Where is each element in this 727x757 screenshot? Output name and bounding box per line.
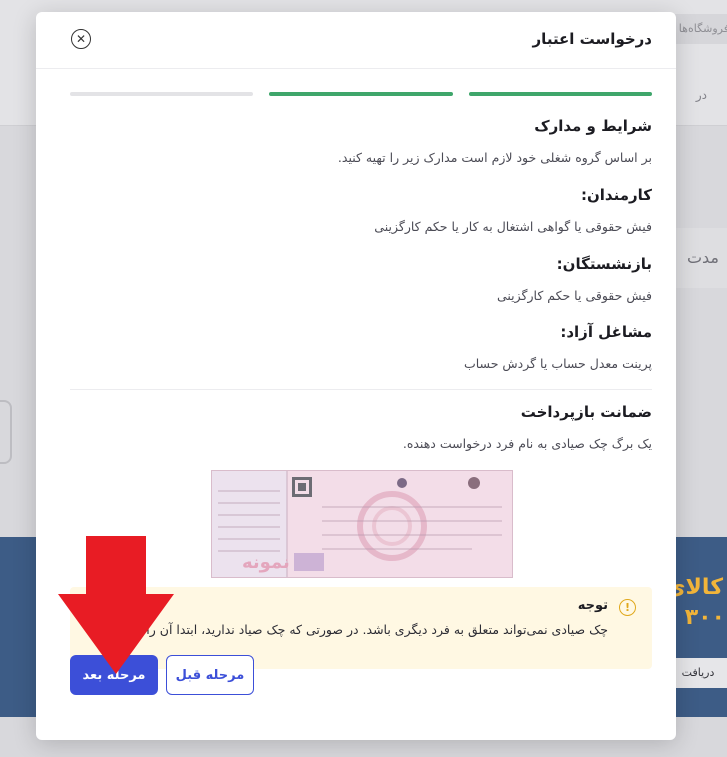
red-arrow-icon: [58, 536, 174, 674]
notice-title: توجه: [577, 598, 608, 613]
section-text-terms: بر اساس گروه شغلی خود لازم است مدارک زیر…: [337, 150, 652, 165]
section-text-retirees: فیش حقوقی یا حکم کارگزینی: [496, 288, 652, 303]
sample-check-image: نمونه: [211, 470, 513, 578]
background-banner-number: ۳۰۰: [684, 605, 725, 630]
progress-step: [468, 92, 652, 96]
close-icon: ✕: [75, 32, 87, 46]
check-watermark: نمونه: [242, 552, 290, 573]
close-button[interactable]: ✕: [71, 29, 91, 49]
modal-header: درخواست اعتبار ✕: [36, 12, 676, 69]
section-heading-self-employed: مشاغل آزاد:: [560, 323, 652, 341]
section-divider: [70, 389, 652, 390]
section-text-guarantee: یک برگ چک صیادی به نام فرد درخواست دهنده…: [402, 436, 652, 451]
prev-step-button[interactable]: مرحله قبل: [166, 655, 254, 695]
progress-steps: [70, 92, 652, 96]
section-heading-retirees: بازنشستگان:: [556, 255, 652, 273]
section-heading-employees: کارمندان:: [580, 186, 652, 204]
section-text-self-employed: پرینت معدل حساب یا گردش حساب: [463, 356, 652, 371]
progress-step: [269, 92, 453, 96]
background-shape: [0, 400, 12, 464]
warning-icon: !: [619, 599, 636, 616]
background-banner-button: دریافت: [669, 658, 727, 688]
background-nav-item: در: [695, 88, 707, 102]
modal-title: درخواست اعتبار: [532, 30, 652, 48]
section-heading-terms: شرایط و مدارک: [534, 117, 652, 135]
progress-step: [70, 92, 254, 96]
section-text-employees: فیش حقوقی یا گواهی اشتغال به کار یا حکم …: [374, 219, 652, 234]
section-heading-guarantee: ضمانت بازپرداخت: [520, 403, 652, 421]
